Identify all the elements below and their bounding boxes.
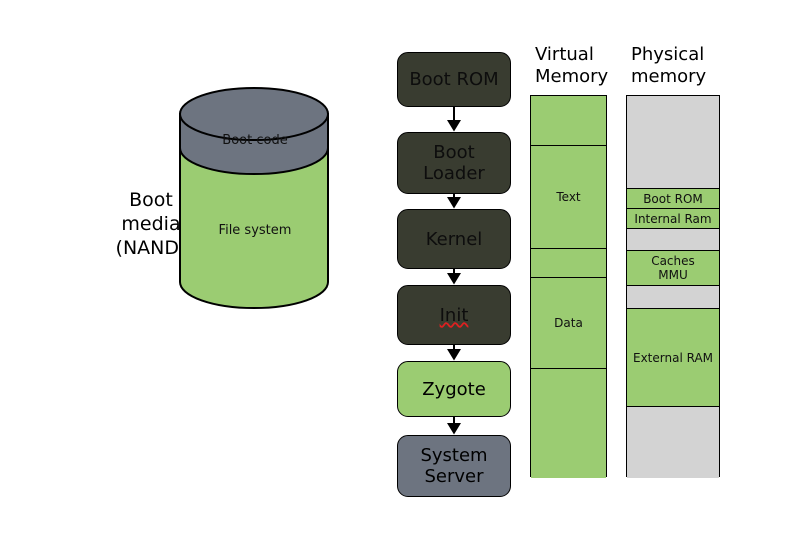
virtual-memory-segment-text: Text — [531, 146, 606, 249]
flow-arrow-1 — [447, 107, 461, 132]
flow-step-label: System Server — [420, 445, 488, 487]
flow-step-zygote[interactable]: Zygote — [397, 361, 511, 417]
physical-memory-segment-unlabeled-5 — [627, 286, 719, 309]
physical-memory-segment-caches-mmu: Caches MMU — [627, 251, 719, 286]
boot-media-cylinder — [179, 87, 329, 309]
flow-step-boot-rom[interactable]: Boot ROM — [397, 52, 511, 107]
virtual-memory-segment-unlabeled-4 — [531, 369, 606, 478]
virtual-memory-segment-data: Data — [531, 278, 606, 369]
flow-step-init[interactable]: Init — [397, 285, 511, 345]
flow-step-label: Init — [439, 304, 469, 326]
physical-memory-segment-unlabeled-0 — [627, 96, 719, 189]
flow-step-system-server[interactable]: System Server — [397, 435, 511, 497]
flow-step-kernel[interactable]: Kernel — [397, 209, 511, 269]
memory-segment-label: External RAM — [632, 350, 713, 365]
virtual-memory-heading: Virtual Memory — [535, 44, 609, 87]
physical-memory-segment-boot-rom: Boot ROM — [627, 189, 719, 209]
boot-media-group: Boot media (NAND) Boot code File system — [0, 0, 360, 360]
cylinder-boot-code-label: Boot code — [222, 133, 288, 148]
flow-step-label: Boot ROM — [409, 69, 499, 90]
physical-memory-column: Boot ROM Internal Ram Caches MMU External R… — [626, 95, 720, 478]
physical-memory-segment-external-ram: External RAM — [627, 309, 719, 407]
flow-step-boot-loader[interactable]: Boot Loader — [397, 132, 511, 194]
memory-segment-label: Text — [556, 190, 581, 204]
physical-memory-segment-unlabeled-3 — [627, 229, 719, 251]
flow-arrow-2 — [447, 194, 461, 209]
memory-segment-label: Caches MMU — [651, 254, 695, 282]
memory-segment-label: Boot ROM — [643, 191, 703, 206]
physical-memory-segment-internal-ram: Internal Ram — [627, 209, 719, 229]
memory-segment-label: Internal Ram — [634, 211, 712, 226]
flow-step-label: Boot Loader — [423, 142, 485, 184]
flow-step-label: Zygote — [422, 378, 486, 400]
memory-segment-label: Data — [554, 316, 583, 330]
cylinder-file-system-label: File system — [218, 223, 292, 238]
flow-step-label: Kernel — [425, 228, 483, 250]
flow-arrow-5 — [447, 417, 461, 435]
flow-arrow-3 — [447, 269, 461, 285]
flow-arrow-4 — [447, 345, 461, 361]
virtual-memory-column: Text Data — [530, 95, 607, 478]
physical-memory-segment-unlabeled-7 — [627, 407, 719, 478]
virtual-memory-segment-unlabeled-2 — [531, 249, 606, 278]
physical-memory-heading: Physical memory — [631, 44, 707, 87]
virtual-memory-segment-unlabeled-0 — [531, 96, 606, 146]
